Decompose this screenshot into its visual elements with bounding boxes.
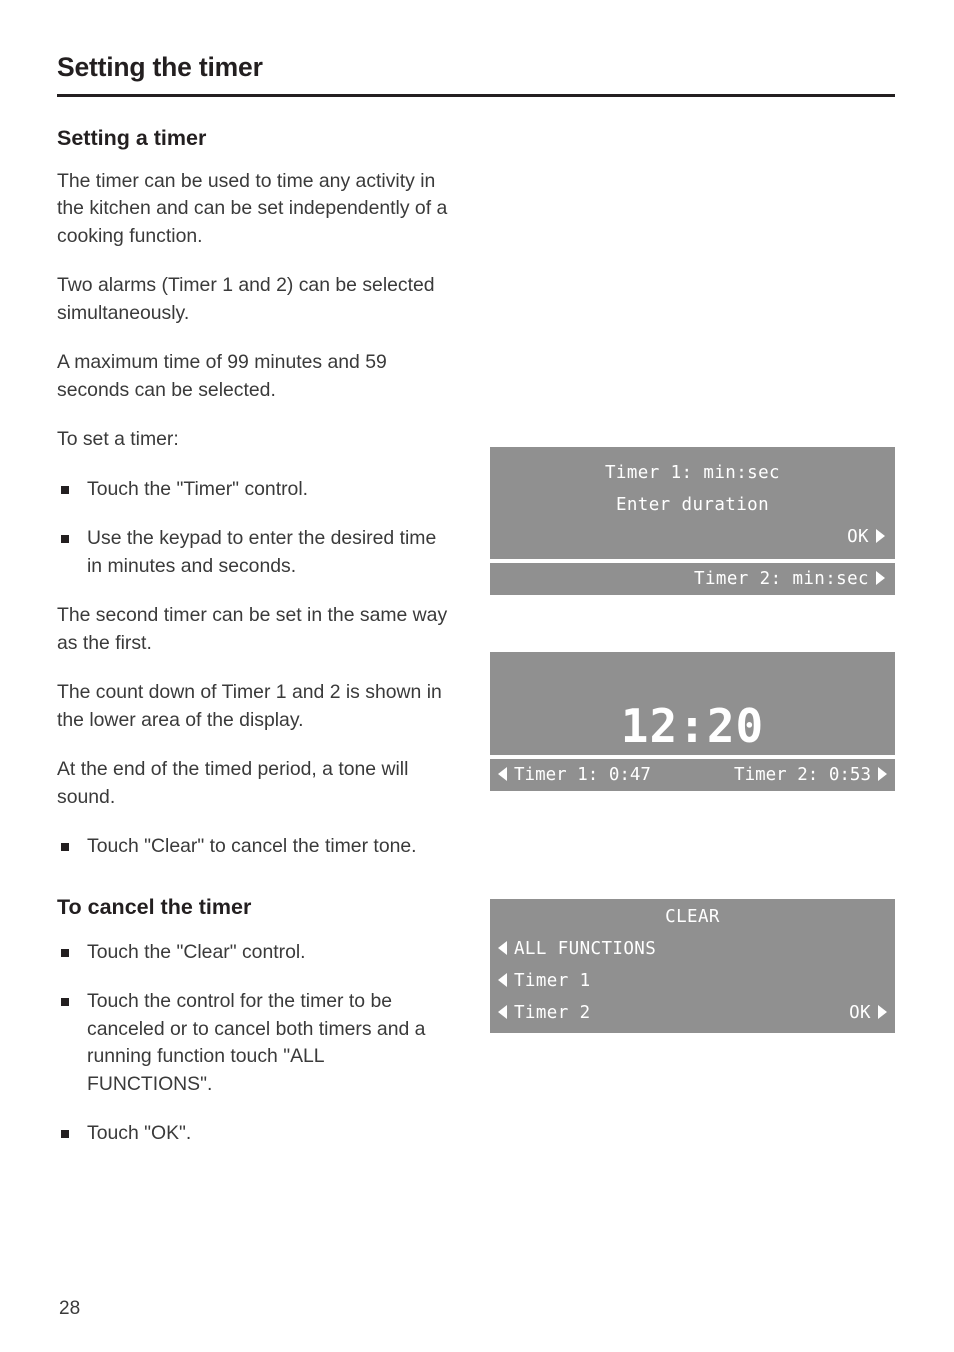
- arrow-right-icon: [878, 767, 887, 781]
- lcd-timer-status-row: Timer 1: 0:47 Timer 2: 0:53: [490, 759, 895, 791]
- arrow-right-icon: [876, 529, 885, 543]
- list-item: Touch the "Clear" control.: [57, 939, 454, 967]
- display-illustration-clock-countdown: 12:20 Timer 1: 0:47 Timer 2: 0:53: [490, 652, 895, 791]
- list-item: Touch the "Timer" control.: [57, 476, 454, 504]
- section-heading-setting-a-timer: Setting a timer: [57, 126, 207, 150]
- page-number: 28: [59, 1298, 81, 1319]
- bullet-list-set-timer: Touch the "Timer" control. Use the keypa…: [57, 476, 454, 581]
- paragraph: The second timer can be set in the same …: [57, 604, 448, 654]
- list-item: Use the keypad to enter the desired time…: [57, 525, 454, 580]
- square-bullet-icon: [61, 485, 69, 494]
- lcd-ok-row: OK: [490, 521, 895, 553]
- page-header: Setting the timer: [57, 52, 895, 98]
- list-item: Touch the control for the timer to be ca…: [57, 988, 454, 1098]
- section-heading-to-cancel-the-timer: To cancel the timer: [57, 894, 252, 919]
- bullet-list-cancel-timer: Touch the "Clear" control. Touch the con…: [57, 939, 454, 1148]
- list-item: Touch "Clear" to cancel the timer tone.: [57, 833, 454, 861]
- lcd-menu-item-label: Timer 1: [514, 971, 591, 991]
- arrow-left-icon: [498, 941, 507, 955]
- lcd-menu-item-timer-1: Timer 1: [490, 965, 895, 997]
- lcd-clock-area: 12:20: [490, 652, 895, 755]
- lcd-footer-row: Timer 2: min:sec: [490, 563, 895, 595]
- list-item-label: Touch "OK".: [87, 1122, 192, 1145]
- lcd-timer2-status: Timer 2: 0:53: [734, 759, 887, 791]
- list-item-label: Touch the "Clear" control.: [87, 940, 306, 963]
- page-title: Setting the timer: [57, 52, 263, 82]
- lcd-menu-item-label: Timer 2: [514, 1003, 591, 1023]
- paragraph: At the end of the timed period, a tone w…: [57, 758, 409, 808]
- list-item-label: Touch the control for the timer to be ca…: [87, 990, 426, 1095]
- document-page: Setting the timer Setting a timer The ti…: [0, 0, 954, 1352]
- arrow-right-icon: [878, 1005, 887, 1019]
- lcd-screen-main: Timer 1: min:sec Enter duration OK: [490, 447, 895, 559]
- paragraph: The count down of Timer 1 and 2 is shown…: [57, 681, 442, 731]
- bullet-list-clear-tone: Touch "Clear" to cancel the timer tone.: [57, 833, 454, 861]
- lcd-menu-item-all-functions: ALL FUNCTIONS: [490, 933, 895, 965]
- display-illustration-timer-entry: Timer 1: min:sec Enter duration OK Timer…: [490, 447, 895, 595]
- lcd-menu-item-timer-2: Timer 2 OK: [490, 997, 895, 1029]
- lcd-menu-item-label: ALL FUNCTIONS: [514, 939, 657, 959]
- list-item-label: Use the keypad to enter the desired time…: [87, 527, 437, 577]
- arrow-left-icon: [498, 767, 507, 781]
- lcd-line-timer-label: Timer 1: min:sec: [605, 463, 780, 483]
- square-bullet-icon: [61, 535, 69, 544]
- list-item-label: Touch the "Timer" control.: [87, 477, 309, 500]
- lcd-line-enter-duration: Enter duration: [615, 495, 770, 515]
- lcd-ok-group: OK: [849, 997, 887, 1029]
- lcd-timer1-status: Timer 1: 0:47: [498, 759, 651, 791]
- lcd-clock-value: 12:20: [620, 699, 765, 753]
- list-item-label: Touch "Clear" to cancel the timer tone.: [87, 835, 417, 858]
- lcd-screen-main: 12:20: [490, 652, 895, 755]
- arrow-right-icon: [876, 571, 885, 585]
- lcd-screen-main: CLEAR ALL FUNCTIONS Timer 1 Timer 2 OK: [490, 899, 895, 1033]
- paragraph: To set a timer:: [57, 428, 179, 451]
- square-bullet-icon: [61, 1130, 69, 1139]
- display-illustration-clear-menu: CLEAR ALL FUNCTIONS Timer 1 Timer 2 OK: [490, 899, 895, 1033]
- lcd-timer1-label: Timer 1: 0:47: [514, 765, 651, 785]
- lcd-menu-item-left: Timer 2: [498, 997, 591, 1029]
- arrow-left-icon: [498, 973, 507, 987]
- lcd-timer2-label: Timer 2: 0:53: [734, 765, 871, 785]
- lcd-menu-title: CLEAR: [665, 907, 720, 927]
- lcd-screen-footer: Timer 2: min:sec: [490, 563, 895, 595]
- square-bullet-icon: [61, 948, 69, 957]
- lcd-timer2-label: Timer 2: min:sec: [694, 569, 869, 589]
- square-bullet-icon: [61, 843, 69, 852]
- lcd-ok-label: OK: [847, 527, 869, 547]
- paragraph: A maximum time of 99 minutes and 59 seco…: [57, 351, 387, 401]
- lcd-ok-label: OK: [849, 1003, 871, 1023]
- list-item: Touch "OK".: [57, 1120, 454, 1148]
- square-bullet-icon: [61, 998, 69, 1007]
- body-text-column: Setting a timer The timer can be used to…: [57, 126, 454, 1170]
- lcd-screen-statusbar: Timer 1: 0:47 Timer 2: 0:53: [490, 759, 895, 791]
- paragraph: The timer can be used to time any activi…: [57, 169, 448, 247]
- paragraph: Two alarms (Timer 1 and 2) can be select…: [57, 274, 435, 324]
- arrow-left-icon: [498, 1005, 507, 1019]
- header-divider: [57, 94, 895, 98]
